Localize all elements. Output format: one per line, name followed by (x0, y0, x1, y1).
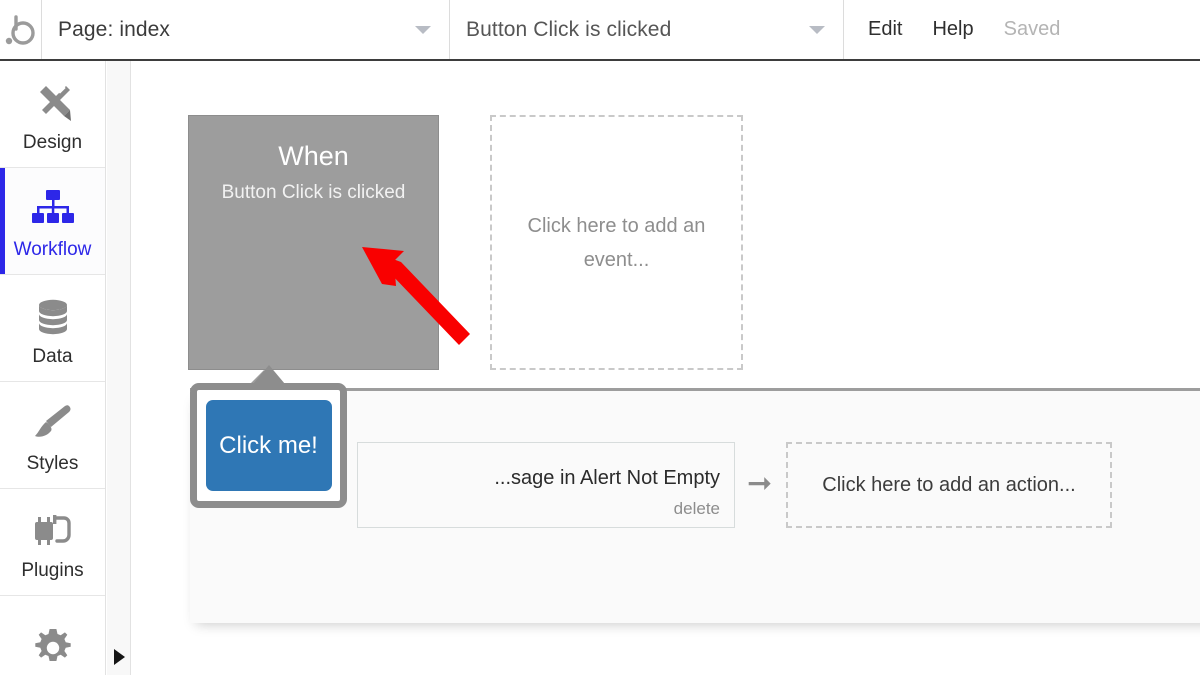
bubble-logo-icon (4, 13, 38, 47)
left-sidebar: Design Workflow Data Styles Plugins (0, 61, 106, 675)
save-status-label: Saved (1003, 18, 1061, 40)
workflow-event-when-block[interactable]: When Button Click is clicked (188, 115, 439, 370)
arrow-right-icon: ➞ (747, 467, 773, 500)
add-action-placeholder-label: Click here to add an action... (822, 473, 1076, 496)
triangle-right-icon[interactable] (114, 649, 125, 665)
page-selector[interactable]: Page: index (42, 0, 450, 59)
database-icon (31, 291, 75, 343)
when-block-title: When (278, 141, 349, 171)
pencil-ruler-icon (30, 77, 76, 129)
plug-icon (29, 505, 77, 557)
when-block-subtitle: Button Click is clicked (221, 181, 406, 203)
event-selector[interactable]: Button Click is clicked (450, 0, 844, 59)
workflow-action-step[interactable]: ...sage in Alert Not Empty delete (357, 442, 735, 528)
gear-icon (30, 622, 76, 674)
add-action-placeholder-box[interactable]: Click here to add an action... (786, 442, 1112, 528)
sidebar-collapse-rail[interactable] (107, 61, 131, 675)
sidebar-item-settings[interactable] (0, 596, 105, 675)
sidebar-item-plugins[interactable]: Plugins (0, 489, 105, 596)
add-event-placeholder-box[interactable]: Click here to add an event... (490, 115, 743, 370)
sidebar-item-design[interactable]: Design (0, 61, 105, 168)
paintbrush-icon (30, 398, 76, 450)
org-chart-icon (30, 184, 76, 236)
workflow-canvas: When Button Click is clicked Click here … (131, 61, 1200, 675)
sidebar-item-styles[interactable]: Styles (0, 382, 105, 489)
app-logo[interactable] (0, 0, 42, 59)
chevron-down-icon (415, 25, 431, 34)
event-selector-label: Button Click is clicked (466, 17, 672, 41)
sidebar-item-data[interactable]: Data (0, 275, 105, 382)
chevron-down-icon (809, 25, 825, 34)
sidebar-item-label: Design (22, 131, 83, 153)
top-bar-links: Edit Help Saved (844, 0, 1060, 59)
add-event-placeholder-label: Click here to add an event... (527, 214, 706, 271)
sidebar-item-workflow[interactable]: Workflow (0, 168, 105, 275)
sidebar-item-label: Workflow (13, 238, 92, 260)
bubble-editor-window: Page: index Button Click is clicked Edit… (0, 0, 1200, 675)
sidebar-item-label: Data (32, 345, 73, 367)
workflow-action-delete-link[interactable]: delete (674, 499, 720, 519)
page-selector-label: Page: index (58, 17, 171, 41)
sidebar-item-label: Plugins (21, 559, 84, 581)
click-me-button[interactable]: Click me! (205, 400, 332, 491)
workflow-action-step-label: ...sage in Alert Not Empty (494, 467, 720, 489)
help-menu-button[interactable]: Help (932, 18, 973, 41)
element-preview-popup: Click me! (190, 383, 347, 508)
sidebar-item-label: Styles (26, 452, 79, 474)
top-bar: Page: index Button Click is clicked Edit… (0, 0, 1200, 61)
edit-menu-button[interactable]: Edit (868, 18, 902, 41)
